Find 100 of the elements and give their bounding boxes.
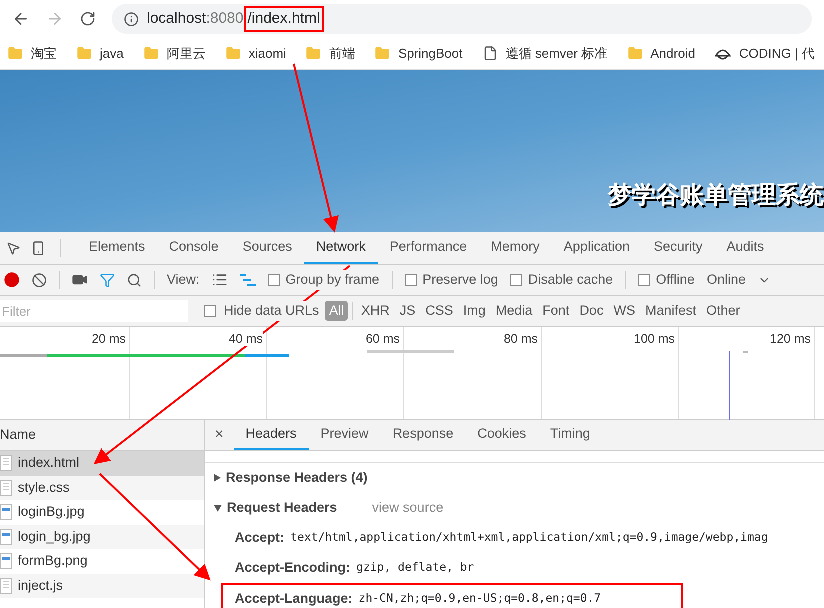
request-name: loginBg.jpg bbox=[18, 503, 85, 522]
time-tick-label: 80 ms bbox=[504, 332, 538, 346]
devtools-tab[interactable]: Elements bbox=[77, 232, 158, 264]
header-key: Accept: bbox=[235, 528, 285, 548]
devtools-tab[interactable]: Console bbox=[157, 232, 231, 264]
info-icon bbox=[124, 12, 139, 26]
image-file-icon bbox=[0, 504, 12, 520]
checkbox[interactable] bbox=[204, 305, 216, 317]
request-name: style.css bbox=[18, 478, 70, 497]
document-icon bbox=[0, 480, 12, 496]
record-icon[interactable] bbox=[4, 272, 20, 288]
section-title[interactable]: Request Headers bbox=[227, 498, 338, 518]
time-tick-label: 40 ms bbox=[228, 332, 263, 346]
page-title: 梦学谷账单管理系统 bbox=[608, 181, 824, 211]
bookmark-link[interactable]: SpringBoot bbox=[398, 44, 463, 64]
search-icon[interactable] bbox=[127, 272, 142, 288]
request-name: inject.js bbox=[18, 576, 64, 595]
devtools-tab[interactable]: Audits bbox=[714, 232, 776, 264]
type-filter-button[interactable]: Other bbox=[702, 301, 744, 321]
details-tab[interactable]: Timing bbox=[538, 420, 602, 450]
checkbox[interactable] bbox=[638, 274, 650, 286]
request-row[interactable]: index.html bbox=[0, 451, 204, 476]
time-tick-label: 20 ms bbox=[92, 332, 126, 346]
checkbox[interactable] bbox=[404, 274, 417, 286]
bookmark-link[interactable]: 遵循 semver 标准 bbox=[506, 44, 608, 64]
devtools-tab[interactable]: Sources bbox=[230, 232, 304, 264]
expand-triangle-icon[interactable] bbox=[214, 474, 221, 482]
type-filter-button[interactable]: Media bbox=[492, 301, 537, 321]
filter-field[interactable]: Filter bbox=[0, 300, 188, 322]
request-row[interactable]: inject.js bbox=[0, 574, 204, 598]
request-name: formBg.png bbox=[18, 552, 88, 570]
checkbox[interactable] bbox=[268, 274, 280, 286]
details-tab[interactable]: Preview bbox=[308, 420, 381, 450]
clear-icon[interactable] bbox=[32, 272, 47, 288]
bookmark-link[interactable]: CODING | 代 bbox=[739, 44, 816, 64]
time-tick-label: 60 ms bbox=[366, 332, 400, 346]
time-tick-label: 100 ms bbox=[634, 332, 675, 346]
type-filter-button[interactable]: Manifest bbox=[641, 301, 700, 321]
header-value: gzip, deflate, br bbox=[356, 559, 474, 576]
device-icon[interactable] bbox=[31, 240, 46, 256]
header-value: text/html,application/xhtml+xml,application/xml;q=0.9,image/webp,imag bbox=[290, 529, 768, 546]
waterfall-view-icon[interactable] bbox=[240, 274, 256, 286]
details-tab[interactable]: Response bbox=[380, 420, 466, 450]
view-source-link[interactable]: view source bbox=[372, 498, 444, 518]
view-label: View: bbox=[167, 270, 200, 289]
logo-icon bbox=[715, 46, 732, 60]
request-row[interactable]: login_bg.jpg bbox=[0, 524, 204, 549]
address-bar[interactable]: localhost:8080 /index.html bbox=[112, 4, 812, 34]
folder-icon bbox=[144, 46, 159, 61]
request-name: login_bg.jpg bbox=[18, 528, 91, 546]
column-header: Name bbox=[0, 426, 36, 444]
type-filter-button[interactable]: Font bbox=[538, 301, 574, 321]
folder-icon bbox=[77, 46, 92, 61]
type-filter-button[interactable]: CSS bbox=[422, 301, 458, 321]
bookmark-link[interactable]: java bbox=[100, 44, 124, 64]
section-title[interactable]: Response Headers (4) bbox=[226, 468, 368, 488]
image-file-icon bbox=[0, 528, 12, 545]
bookmark-link[interactable]: 前端 bbox=[329, 44, 356, 64]
folder-icon bbox=[8, 46, 23, 61]
reload-icon[interactable] bbox=[80, 11, 96, 27]
request-row[interactable]: style.css bbox=[0, 476, 204, 500]
filter-icon[interactable] bbox=[100, 272, 115, 288]
checkbox-label: Group by frame bbox=[286, 270, 380, 290]
devtools-tab[interactable]: Application bbox=[552, 232, 642, 264]
type-filter-button[interactable]: WS bbox=[610, 301, 640, 321]
folder-icon bbox=[628, 46, 643, 61]
throttle-select[interactable]: Online bbox=[706, 270, 771, 290]
details-tab[interactable]: Headers bbox=[234, 420, 309, 450]
close-button[interactable]: × bbox=[205, 424, 234, 446]
checkbox[interactable] bbox=[510, 274, 522, 286]
bookmark-link[interactable]: 阿里云 bbox=[166, 44, 206, 64]
folder-icon bbox=[375, 46, 390, 61]
header-value: zh-CN,zh;q=0.9,en-US;q=0.8,en;q=0.7 bbox=[358, 590, 602, 608]
collapse-triangle-icon[interactable] bbox=[214, 504, 222, 512]
type-filter-button[interactable]: Img bbox=[459, 301, 490, 321]
type-filter-button[interactable]: XHR bbox=[357, 301, 394, 321]
devtools-tab[interactable]: Security bbox=[642, 232, 715, 264]
folder-icon bbox=[306, 46, 322, 61]
page-icon bbox=[482, 46, 498, 61]
header-key: Accept-Encoding: bbox=[235, 558, 351, 578]
bookmark-link[interactable]: 淘宝 bbox=[31, 44, 57, 64]
image-file-icon bbox=[0, 553, 12, 570]
list-view-icon[interactable] bbox=[212, 272, 228, 288]
type-filter-button[interactable]: Doc bbox=[576, 301, 608, 321]
request-name: index.html bbox=[18, 454, 80, 472]
document-icon bbox=[0, 578, 12, 594]
document-icon bbox=[0, 455, 12, 472]
bookmark-link[interactable]: Android bbox=[650, 44, 696, 64]
header-key: Accept-Language: bbox=[235, 588, 353, 608]
url-path: /index.html bbox=[244, 6, 324, 32]
url-port: :8080 bbox=[206, 8, 244, 29]
devtools-tab[interactable]: Performance bbox=[378, 232, 480, 264]
back-icon[interactable] bbox=[12, 10, 30, 28]
inspect-icon[interactable] bbox=[6, 240, 21, 256]
folder-icon bbox=[226, 46, 241, 61]
bookmark-link[interactable]: xiaomi bbox=[248, 44, 286, 64]
checkbox-label: Hide data URLs bbox=[224, 300, 320, 322]
devtools-tab[interactable]: Memory bbox=[479, 232, 552, 264]
details-tab[interactable]: Cookies bbox=[466, 420, 538, 450]
type-filter-button[interactable]: JS bbox=[396, 301, 420, 321]
